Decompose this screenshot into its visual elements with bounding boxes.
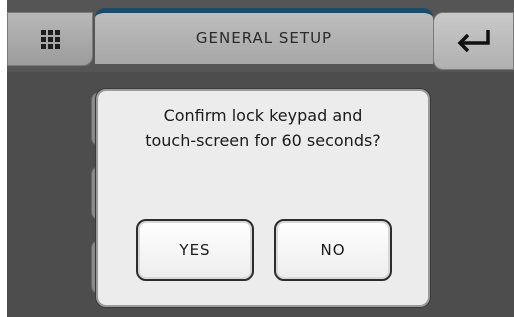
device-screen: GENERAL SETUP Confirm lock keypad and to… bbox=[7, 0, 514, 317]
return-arrow-icon bbox=[457, 30, 490, 53]
dialog-message: Confirm lock keypad and touch-screen for… bbox=[98, 103, 428, 153]
back-button[interactable] bbox=[433, 12, 514, 70]
dialog-message-line1: Confirm lock keypad and bbox=[163, 106, 363, 125]
title-tab: GENERAL SETUP bbox=[95, 8, 433, 64]
page-title: GENERAL SETUP bbox=[195, 28, 333, 47]
no-button[interactable]: NO bbox=[274, 219, 392, 281]
grid-menu-icon bbox=[40, 29, 60, 49]
confirm-dialog: Confirm lock keypad and touch-screen for… bbox=[96, 89, 430, 307]
yes-button[interactable]: YES bbox=[136, 219, 254, 281]
dialog-message-line2: touch-screen for 60 seconds? bbox=[145, 131, 381, 150]
menu-button[interactable] bbox=[7, 12, 93, 66]
